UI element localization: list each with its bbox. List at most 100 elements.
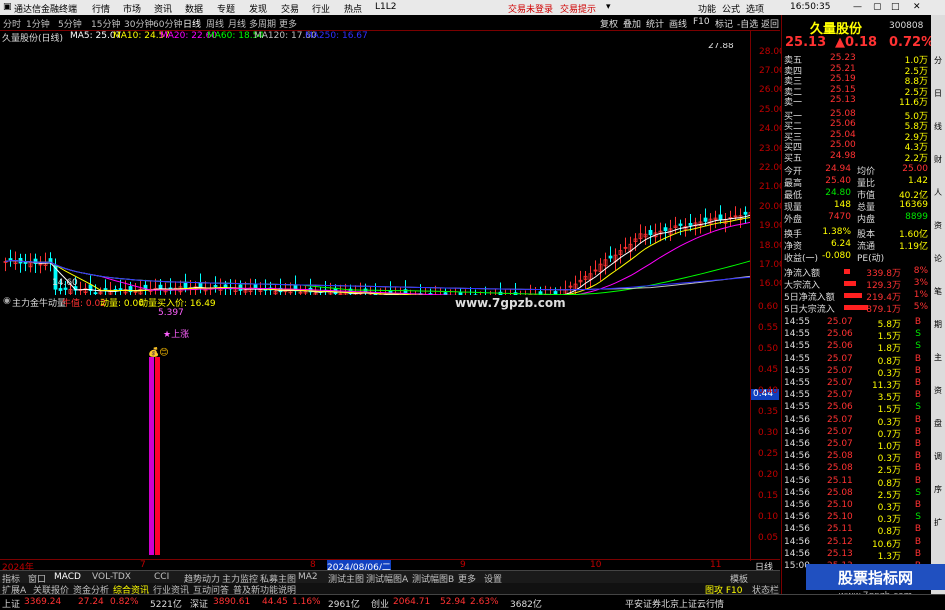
tick-side: B xyxy=(915,500,921,510)
flow-bar xyxy=(844,281,856,286)
side-tab[interactable]: 资 xyxy=(933,385,943,396)
side-tab[interactable]: 笔 xyxy=(933,286,943,297)
menu-discover[interactable]: 发现 xyxy=(249,2,267,15)
side-tab[interactable]: 线 xyxy=(933,121,943,132)
cy-index-pct: 2.63% xyxy=(470,597,499,607)
indicator-tab[interactable]: MACD xyxy=(54,572,81,582)
indicator-chart[interactable]: 💰😊 5.397 ★上涨 xyxy=(0,307,750,557)
watchlist-button[interactable]: -自选 xyxy=(737,17,758,30)
period-tab[interactable]: 多周期 xyxy=(249,17,276,30)
maximize-icon[interactable]: □ xyxy=(891,2,900,12)
menu-formula[interactable]: 公式 xyxy=(722,2,740,15)
side-tab[interactable]: 分 xyxy=(933,55,943,66)
period-tab-active[interactable]: 日线 xyxy=(183,17,201,30)
candle xyxy=(614,248,617,270)
dropdown-icon[interactable]: ▾ xyxy=(606,2,611,12)
period-tab[interactable]: 1分钟 xyxy=(26,17,50,30)
side-tab[interactable]: 序 xyxy=(933,484,943,495)
tick-side: S xyxy=(915,402,921,412)
order-book-volume: 2.2万 xyxy=(905,151,928,164)
menu-topics[interactable]: 专题 xyxy=(217,2,235,15)
indicator-settings-icon[interactable]: ◉ xyxy=(3,296,11,306)
period-tab[interactable]: 15分钟 xyxy=(91,17,120,30)
restore-icon[interactable]: ▢ xyxy=(873,2,882,12)
side-tab[interactable]: 财 xyxy=(933,154,943,165)
sh-index-name[interactable]: 上证 xyxy=(2,597,20,610)
date-label: 11 xyxy=(710,560,721,570)
period-tab[interactable]: 分时 xyxy=(3,17,21,30)
menu-l1l2[interactable]: L1L2 xyxy=(375,2,396,12)
side-tab[interactable]: 论 xyxy=(933,253,943,264)
order-book-price: 25.23 xyxy=(830,53,856,63)
side-tab[interactable]: 盘 xyxy=(933,418,943,429)
period-tab[interactable]: 5分钟 xyxy=(58,17,82,30)
indicator-tab[interactable]: MA2 xyxy=(298,572,318,582)
tick-volume: 0.3万 xyxy=(878,366,901,379)
flow-pct: 3% xyxy=(914,278,928,288)
menu-options[interactable]: 选项 xyxy=(746,2,764,15)
side-tab[interactable]: 调 xyxy=(933,451,943,462)
candle xyxy=(744,206,747,223)
minimize-icon[interactable]: — xyxy=(853,2,862,12)
period-tab[interactable]: 月线 xyxy=(228,17,246,30)
menu-trade[interactable]: 交易 xyxy=(281,2,299,15)
candle xyxy=(199,274,202,294)
candle xyxy=(19,254,22,273)
mark-button[interactable]: 标记 xyxy=(715,17,733,30)
tick-time: 14:56 xyxy=(784,451,810,461)
candle xyxy=(214,276,217,292)
candlestick-chart[interactable]: 27.88 14.60 xyxy=(0,43,750,295)
side-tab[interactable]: 资 xyxy=(933,220,943,231)
stat-label: 内盘 xyxy=(857,212,875,225)
candle xyxy=(219,279,222,295)
side-tab[interactable]: 主 xyxy=(933,352,943,363)
f10-button[interactable]: F10 xyxy=(693,17,710,27)
cy-index-name[interactable]: 创业 xyxy=(371,597,389,610)
candle xyxy=(519,291,522,295)
ma120-line xyxy=(6,261,751,290)
menu-quotes[interactable]: 行情 xyxy=(92,2,110,15)
tick-volume: 0.8万 xyxy=(878,524,901,537)
indicator-tab[interactable]: VOL-TDX xyxy=(92,572,131,582)
menu-data[interactable]: 数据 xyxy=(185,2,203,15)
period-tab[interactable]: 周线 xyxy=(206,17,224,30)
sz-index-name[interactable]: 深证 xyxy=(190,597,208,610)
trade-login-link[interactable]: 交易未登录 xyxy=(508,2,553,15)
tick-side: B xyxy=(915,524,921,534)
side-tab[interactable]: 日 xyxy=(933,88,943,99)
draw-button[interactable]: 画线 xyxy=(669,17,687,30)
menu-market[interactable]: 市场 xyxy=(123,2,141,15)
menu-news[interactable]: 资讯 xyxy=(154,2,172,15)
date-label: 10 xyxy=(590,560,601,570)
period-tab[interactable]: 60分钟 xyxy=(153,17,182,30)
period-tab-more[interactable]: 更多 xyxy=(279,17,297,30)
menu-function[interactable]: 功能 xyxy=(698,2,716,15)
candle xyxy=(604,253,607,275)
sh-index-pct: 0.82% xyxy=(110,597,139,607)
tick-time: 14:55 xyxy=(784,317,810,327)
restore-rights-button[interactable]: 复权 xyxy=(600,17,618,30)
back-button[interactable]: 返回 xyxy=(761,17,779,30)
ma250-label: MA250: 16.67 xyxy=(305,31,368,41)
menu-industry[interactable]: 行业 xyxy=(312,2,330,15)
signal-icon: 💰😊 xyxy=(148,346,169,358)
side-tab[interactable]: 人 xyxy=(933,187,943,198)
extension-tabs: 扩展A关联报价资金分析综合资讯行业资讯互动问答普及新功能说明图攻 F10状态栏 xyxy=(0,583,780,594)
tick-volume: 3.5万 xyxy=(878,390,901,403)
stats-button[interactable]: 统计 xyxy=(646,17,664,30)
tick-time: 14:56 xyxy=(784,512,810,522)
tick-side: S xyxy=(915,512,921,522)
side-tab[interactable]: 期 xyxy=(933,319,943,330)
trade-alert-link[interactable]: 交易提示 xyxy=(560,2,596,15)
side-tab[interactable]: 扩 xyxy=(933,517,943,528)
overlay-button[interactable]: 叠加 xyxy=(623,17,641,30)
candle xyxy=(599,258,602,281)
tick-volume: 11.3万 xyxy=(872,378,901,391)
close-icon[interactable]: ✕ xyxy=(913,2,921,12)
period-tab[interactable]: 30分钟 xyxy=(124,17,153,30)
indicator-tab[interactable]: CCI xyxy=(154,572,169,582)
menu-hot[interactable]: 热点 xyxy=(344,2,362,15)
candle xyxy=(709,213,712,233)
tick-side: B xyxy=(915,366,921,376)
tick-price: 25.06 xyxy=(827,341,853,351)
